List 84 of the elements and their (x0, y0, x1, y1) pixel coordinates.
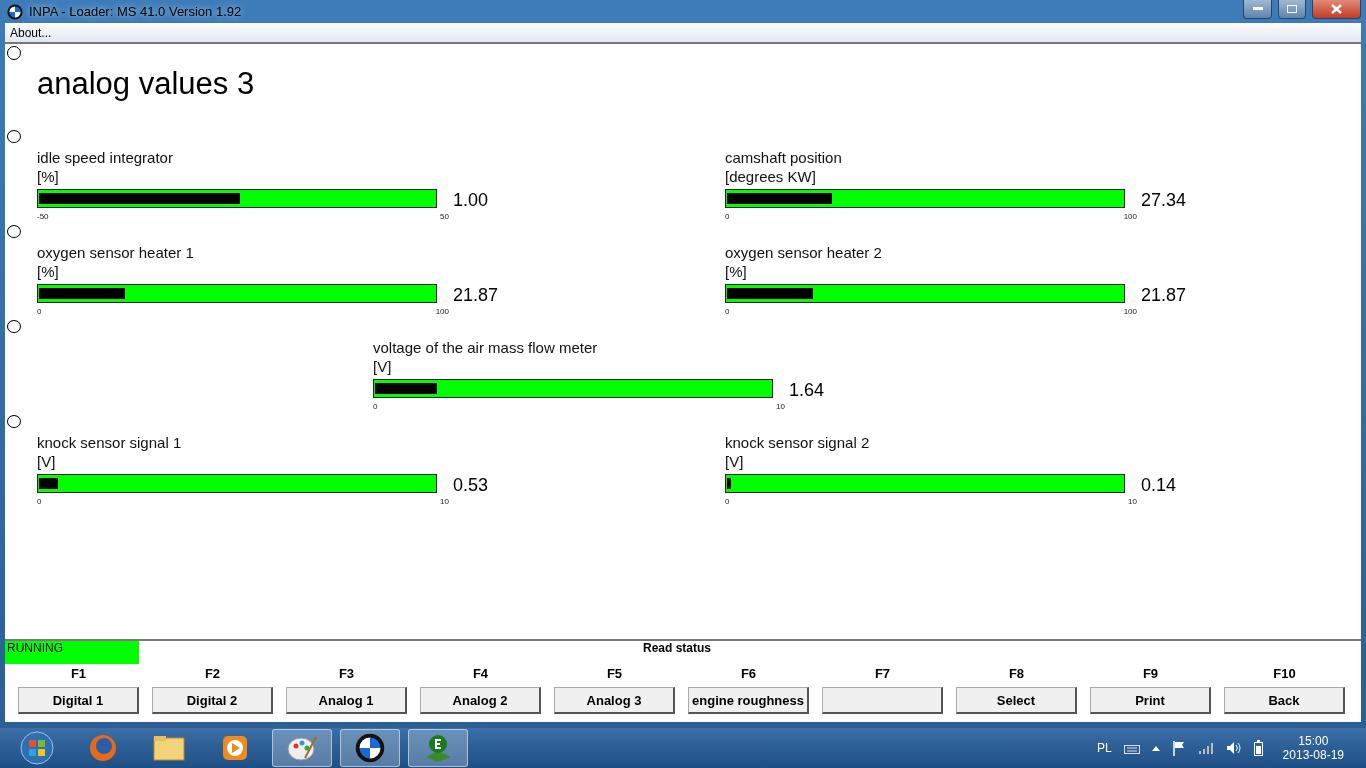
gauge-value: 27.34 (1141, 190, 1187, 211)
gauge-name: voltage of the air mass flow meter (373, 338, 599, 357)
gauge-value: 0.53 (453, 475, 489, 496)
gauge-name: oxygen sensor heater 2 (725, 243, 883, 262)
key-label: F6 (740, 665, 757, 683)
page-heading: analog values 3 (37, 66, 256, 103)
key-label: F1 (70, 665, 87, 683)
function-button[interactable]: Analog 2 (420, 687, 541, 714)
scale-min: 0 (373, 401, 378, 413)
gauge-value: 1.64 (789, 380, 825, 401)
scale-min: 0 (37, 496, 42, 508)
gauge-name: knock sensor signal 1 (37, 433, 183, 452)
scale-max: 10 (440, 496, 449, 508)
minimize-icon (1252, 6, 1263, 11)
gauge-value: 0.14 (1141, 475, 1177, 496)
gauge-unit: [V] (373, 357, 393, 376)
taskbar-app[interactable] (340, 729, 400, 767)
speaker-icon[interactable] (1225, 741, 1242, 755)
function-button[interactable]: Analog 3 (554, 687, 675, 714)
function-button[interactable]: Digital 1 (18, 687, 139, 714)
scale-max: 10 (776, 401, 785, 413)
function-button[interactable]: Digital 2 (152, 687, 273, 714)
gauge-value: 1.00 (453, 190, 489, 211)
key-label: F9 (1142, 665, 1159, 683)
folder-icon (153, 734, 185, 762)
start-orb-icon (20, 731, 54, 765)
key-label: F2 (204, 665, 221, 683)
flag-icon[interactable] (1171, 740, 1186, 756)
scale-max: 100 (435, 306, 449, 318)
status-indicator: RUNNING (5, 641, 139, 664)
key-label: F8 (1008, 665, 1025, 683)
gauge-value: 21.87 (1141, 285, 1187, 306)
roundel-icon (355, 733, 385, 763)
gauge-unit: [V] (725, 452, 745, 471)
roundel-icon (7, 3, 23, 20)
gauge-name: oxygen sensor heater 1 (37, 243, 195, 262)
clock[interactable]: 15:00 2013-08-19 (1282, 734, 1344, 762)
gauge-unit: [%] (37, 167, 60, 186)
battery-icon[interactable] (1253, 740, 1263, 756)
key-label: F3 (338, 665, 355, 683)
status-message: Read status (643, 641, 712, 656)
gauge-unit: [%] (37, 262, 60, 281)
window-title: INPA - Loader: MS 41.0 Version 1.92 (29, 4, 243, 19)
scale-max: 10 (1128, 496, 1137, 508)
gauge-unit: [degrees KW] (725, 167, 817, 186)
keyboard-icon[interactable] (1123, 742, 1140, 754)
scale-min: -50 (37, 211, 49, 223)
function-button[interactable]: Select (956, 687, 1077, 714)
gauge-value: 21.87 (453, 285, 499, 306)
function-button[interactable] (822, 687, 943, 714)
key-label: F7 (874, 665, 891, 683)
scale-max: 100 (1123, 306, 1137, 318)
globe-icon (88, 733, 118, 763)
function-button[interactable]: engine roughness (688, 687, 809, 714)
close-icon (1331, 3, 1342, 14)
scale-max: 100 (1123, 211, 1137, 223)
clock-time: 15:00 (1298, 734, 1329, 748)
key-label: F10 (1273, 665, 1296, 683)
gauge-unit: [%] (725, 262, 748, 281)
close-button[interactable] (1312, 0, 1361, 19)
signal-icon[interactable] (1197, 742, 1214, 754)
language-indicator[interactable]: PL (1096, 741, 1112, 755)
palette-icon (287, 734, 317, 762)
minimize-button[interactable] (1243, 0, 1272, 19)
caret-up-icon[interactable] (1151, 745, 1160, 751)
gauge-unit: [V] (37, 452, 57, 471)
scale-min: 0 (725, 306, 730, 318)
scale-min: 0 (725, 211, 730, 223)
clock-date: 2013-08-19 (1282, 748, 1344, 762)
gauge-name: knock sensor signal 2 (725, 433, 871, 452)
scale-max: 50 (440, 211, 449, 223)
key-label: F4 (472, 665, 489, 683)
function-button[interactable]: Analog 1 (286, 687, 407, 714)
scale-min: 0 (725, 496, 730, 508)
gauge-name: camshaft position (725, 148, 843, 167)
maximize-icon (1287, 4, 1297, 13)
gauge-name: idle speed integrator (37, 148, 174, 167)
function-button[interactable]: Back (1224, 687, 1345, 714)
scale-min: 0 (37, 306, 42, 318)
function-button[interactable]: Print (1090, 687, 1211, 714)
maximize-button[interactable] (1278, 0, 1306, 19)
key-label: F5 (606, 665, 623, 683)
play-icon (221, 734, 249, 762)
menu-item[interactable]: About... (10, 25, 52, 40)
